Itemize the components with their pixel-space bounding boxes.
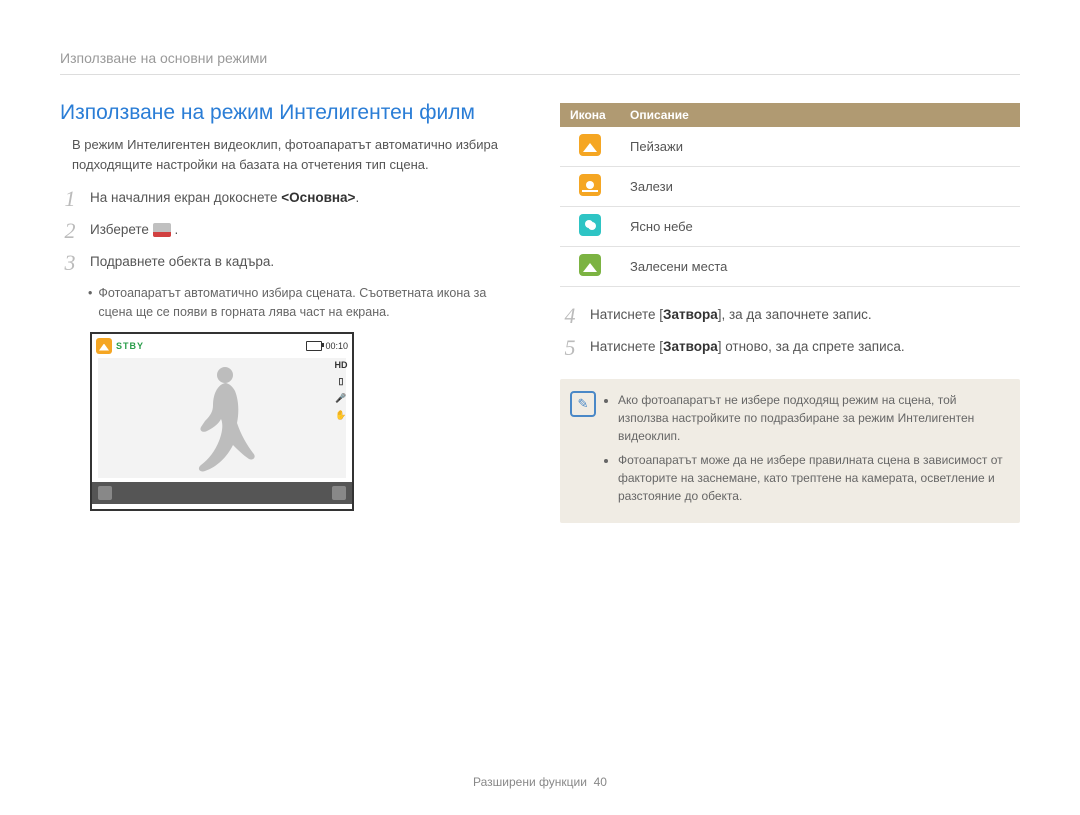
landscape-icon <box>579 134 601 156</box>
timer-readout: 00:10 <box>306 341 348 351</box>
step-number: 3 <box>60 252 80 274</box>
step-3-bullet: Фотоапаратът автоматично избира сцената.… <box>88 284 520 322</box>
right-column: Икона Описание Пейзажи Залези <box>560 93 1020 523</box>
stab-indicator-icon: ✋ <box>334 410 348 421</box>
step-number: 2 <box>60 220 80 242</box>
step-3: 3 Подравнете обекта в кадъра. <box>60 252 520 274</box>
clear-sky-icon <box>579 214 601 236</box>
step-1: 1 На началния екран докоснете <Основна>. <box>60 188 520 210</box>
step-number: 5 <box>560 337 580 359</box>
page-footer: Разширени функции 40 <box>0 775 1080 789</box>
step-text: Изберете . <box>90 220 520 242</box>
display-bottombar <box>92 482 352 504</box>
table-row: Залесени места <box>560 247 1020 287</box>
table-header-icon: Икона <box>560 103 620 127</box>
table-cell-label: Залесени места <box>620 247 1020 287</box>
table-header-desc: Описание <box>620 103 1020 127</box>
side-indicators: HD ▯ 🎤 ✋ <box>334 360 348 421</box>
menu-button-icon <box>332 486 346 500</box>
table-row: Пейзажи <box>560 127 1020 167</box>
display-canvas <box>98 358 346 478</box>
table-cell-label: Залези <box>620 167 1020 207</box>
forest-icon <box>579 254 601 276</box>
note-icon: ✎ <box>570 391 596 417</box>
table-row: Залези <box>560 167 1020 207</box>
fps-indicator-icon: ▯ <box>334 376 348 387</box>
note-item: Фотоапаратът може да не избере правилнат… <box>618 451 1006 505</box>
step-text: Подравнете обекта в кадъра. <box>90 252 520 274</box>
table-cell-label: Пейзажи <box>620 127 1020 167</box>
table-row: Ясно небе <box>560 207 1020 247</box>
mode-icon <box>153 223 171 237</box>
note-box: ✎ Ако фотоапаратът не избере подходящ ре… <box>560 379 1020 523</box>
camera-display-mock: STBY 00:10 HD ▯ <box>90 332 354 511</box>
step-text: На началния екран докоснете <Основна>. <box>90 188 520 210</box>
left-column: Използване на режим Интелигентен филм В … <box>60 93 520 523</box>
step-5: 5 Натиснете [Затвора] отново, за да спре… <box>560 337 1020 359</box>
breadcrumb: Използване на основни режими <box>60 50 1020 75</box>
scene-icon-table: Икона Описание Пейзажи Залези <box>560 103 1020 287</box>
hd-indicator: HD <box>334 360 348 370</box>
mic-indicator-icon: 🎤 <box>334 393 348 404</box>
sunset-icon <box>579 174 601 196</box>
content-columns: Използване на режим Интелигентен филм В … <box>60 93 1020 523</box>
battery-icon <box>306 341 322 351</box>
section-heading: Използване на режим Интелигентен филм <box>60 101 520 125</box>
figure-silhouette-icon <box>177 363 267 473</box>
step-text: Натиснете [Затвора] отново, за да спрете… <box>590 337 1020 359</box>
step-4: 4 Натиснете [Затвора], за да започнете з… <box>560 305 1020 327</box>
manual-page: Използване на основни режими Използване … <box>0 0 1080 563</box>
stby-label: STBY <box>116 341 144 351</box>
record-button-icon <box>98 486 112 500</box>
intro-paragraph: В режим Интелигентен видеоклип, фотоапар… <box>72 135 520 174</box>
step-number: 4 <box>560 305 580 327</box>
scene-indicator-icon <box>96 338 112 354</box>
step-text: Натиснете [Затвора], за да започнете зап… <box>590 305 1020 327</box>
table-cell-label: Ясно небе <box>620 207 1020 247</box>
step-number: 1 <box>60 188 80 210</box>
note-item: Ако фотоапаратът не избере подходящ режи… <box>618 391 1006 445</box>
step-2: 2 Изберете . <box>60 220 520 242</box>
